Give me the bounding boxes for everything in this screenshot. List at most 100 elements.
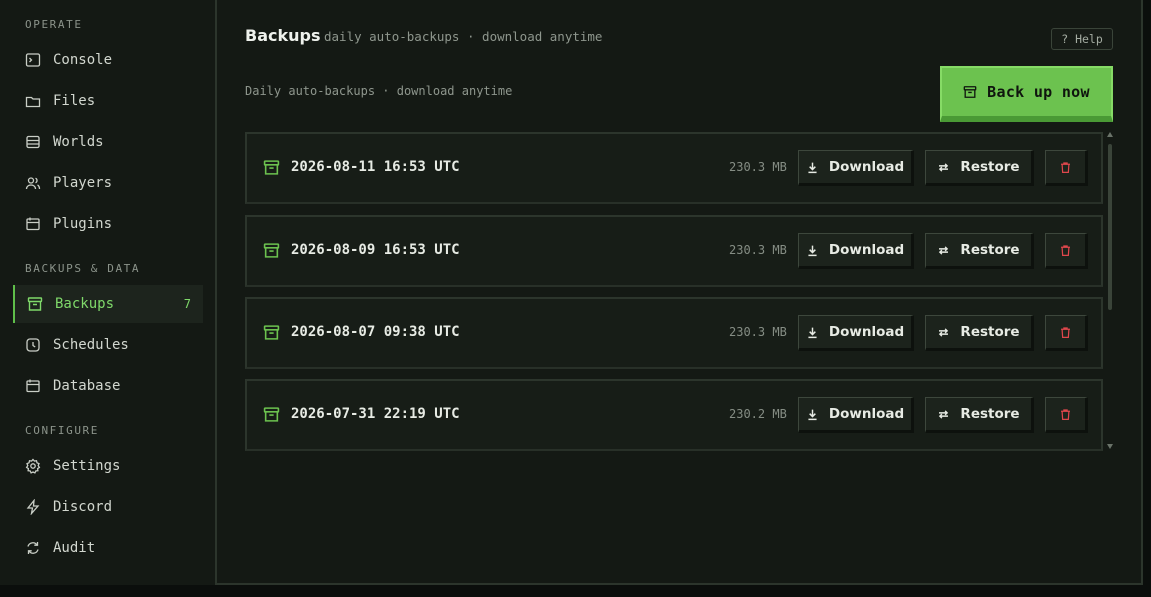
- page-title: Backups: [245, 26, 321, 45]
- main-content: Backups daily auto-backups · download an…: [219, 0, 1141, 585]
- scrollbar-thumb[interactable]: [1108, 144, 1112, 310]
- download-icon: [808, 162, 817, 173]
- sidebar-item-label: Database: [53, 378, 121, 394]
- download-label: Download: [828, 242, 905, 258]
- back-up-now-label: Back up now: [987, 83, 1090, 101]
- download-icon: [808, 245, 817, 256]
- backup-size: 230.2 MB: [729, 407, 787, 421]
- download-label: Download: [828, 406, 905, 422]
- plugin-icon: [25, 216, 41, 232]
- restore-button[interactable]: Restore: [925, 315, 1034, 351]
- sidebar-item-label: Schedules: [53, 337, 129, 353]
- sidebar-item-label: Worlds: [53, 134, 104, 150]
- delete-button[interactable]: [1045, 315, 1088, 351]
- backup-size: 230.3 MB: [729, 160, 787, 174]
- sidebar-item-label: Plugins: [53, 216, 113, 232]
- folder-icon: [25, 93, 41, 109]
- section-title-operate: OPERATE: [25, 18, 83, 31]
- download-icon: [808, 409, 817, 420]
- table-icon: [25, 378, 41, 394]
- download-icon: [808, 327, 817, 338]
- sidebar-item-settings[interactable]: Settings: [13, 447, 203, 485]
- backup-row: 2026-08-09 16:53 UTC 230.3 MB Download R…: [245, 215, 1103, 287]
- sidebar-item-label: Settings: [53, 458, 121, 474]
- trash-icon: [1061, 408, 1070, 420]
- archive-icon: [963, 86, 977, 98]
- sidebar-item-label: Audit: [53, 540, 96, 556]
- delete-button[interactable]: [1045, 397, 1088, 433]
- backup-size: 230.3 MB: [729, 325, 787, 339]
- restore-button[interactable]: Restore: [925, 150, 1034, 186]
- restore-label: Restore: [960, 324, 1020, 340]
- scrollbar[interactable]: [1106, 132, 1113, 452]
- database-icon: [25, 134, 41, 150]
- sidebar-item-discord[interactable]: Discord: [13, 488, 203, 526]
- sidebar-item-audit[interactable]: Audit: [13, 529, 203, 567]
- download-label: Download: [828, 159, 905, 175]
- backups-count-badge: 7: [183, 297, 191, 311]
- restore-button[interactable]: Restore: [925, 397, 1034, 433]
- download-label: Download: [828, 324, 905, 340]
- help-button[interactable]: ? Help: [1051, 28, 1113, 50]
- restore-label: Restore: [960, 242, 1020, 258]
- backup-row: 2026-08-11 16:53 UTC 230.3 MB Download R…: [245, 132, 1103, 204]
- clock-icon: [25, 337, 41, 353]
- swap-icon: [939, 327, 949, 337]
- archive-icon: [27, 296, 43, 312]
- settings-icon: [25, 458, 41, 474]
- backup-date: 2026-08-11 16:53 UTC: [291, 159, 460, 175]
- sidebar-item-database[interactable]: Database: [13, 367, 203, 405]
- swap-icon: [939, 409, 949, 419]
- sidebar-item-label: Discord: [53, 499, 113, 515]
- sidebar-item-schedules[interactable]: Schedules: [13, 326, 203, 364]
- sidebar-item-label: Players: [53, 175, 113, 191]
- bolt-icon: [25, 499, 41, 515]
- delete-button[interactable]: [1045, 233, 1088, 269]
- delete-button[interactable]: [1045, 150, 1088, 186]
- archive-icon: [263, 160, 280, 175]
- sidebar-item-files[interactable]: Files: [13, 82, 203, 120]
- scroll-up-arrow-icon[interactable]: [1107, 132, 1113, 137]
- sidebar-item-plugins[interactable]: Plugins: [13, 205, 203, 243]
- sidebar-item-worlds[interactable]: Worlds: [13, 123, 203, 161]
- section-title-backups-data: BACKUPS & DATA: [25, 262, 141, 275]
- backup-row: 2026-07-31 22:19 UTC 230.2 MB Download R…: [245, 379, 1103, 451]
- page-subtitle: daily auto-backups · download anytime: [324, 29, 603, 44]
- back-up-now-button[interactable]: Back up now: [940, 66, 1113, 122]
- page-description: Daily auto-backups · download anytime: [245, 84, 513, 98]
- trash-icon: [1061, 161, 1070, 173]
- backup-date: 2026-08-09 16:53 UTC: [291, 242, 460, 258]
- archive-icon: [263, 407, 280, 422]
- sidebar-item-label: Backups: [55, 296, 115, 312]
- sidebar-item-label: Console: [53, 52, 113, 68]
- swap-icon: [939, 162, 949, 172]
- refresh-icon: [25, 540, 41, 556]
- download-button[interactable]: Download: [798, 150, 914, 186]
- sidebar: OPERATE Console Files Worlds Players Plu…: [0, 0, 217, 585]
- backup-date: 2026-08-07 09:38 UTC: [291, 324, 460, 340]
- sidebar-item-backups[interactable]: Backups 7: [13, 285, 203, 323]
- users-icon: [25, 175, 41, 191]
- app-window: OPERATE Console Files Worlds Players Plu…: [0, 0, 1143, 585]
- sidebar-item-players[interactable]: Players: [13, 164, 203, 202]
- backup-date: 2026-07-31 22:19 UTC: [291, 406, 460, 422]
- download-button[interactable]: Download: [798, 397, 914, 433]
- restore-label: Restore: [960, 406, 1020, 422]
- restore-label: Restore: [960, 159, 1020, 175]
- download-button[interactable]: Download: [798, 233, 914, 269]
- restore-button[interactable]: Restore: [925, 233, 1034, 269]
- sidebar-item-console[interactable]: Console: [13, 41, 203, 79]
- archive-icon: [263, 325, 280, 340]
- backup-size: 230.3 MB: [729, 243, 787, 257]
- swap-icon: [939, 245, 949, 255]
- backup-list: 2026-08-11 16:53 UTC 230.3 MB Download R…: [245, 132, 1113, 452]
- scroll-down-arrow-icon[interactable]: [1107, 444, 1113, 449]
- trash-icon: [1061, 244, 1070, 256]
- archive-icon: [263, 243, 280, 258]
- backup-row: 2026-08-07 09:38 UTC 230.3 MB Download R…: [245, 297, 1103, 369]
- section-title-configure: CONFIGURE: [25, 424, 100, 437]
- trash-icon: [1061, 326, 1070, 338]
- terminal-icon: [25, 52, 41, 68]
- download-button[interactable]: Download: [798, 315, 914, 351]
- sidebar-item-label: Files: [53, 93, 96, 109]
